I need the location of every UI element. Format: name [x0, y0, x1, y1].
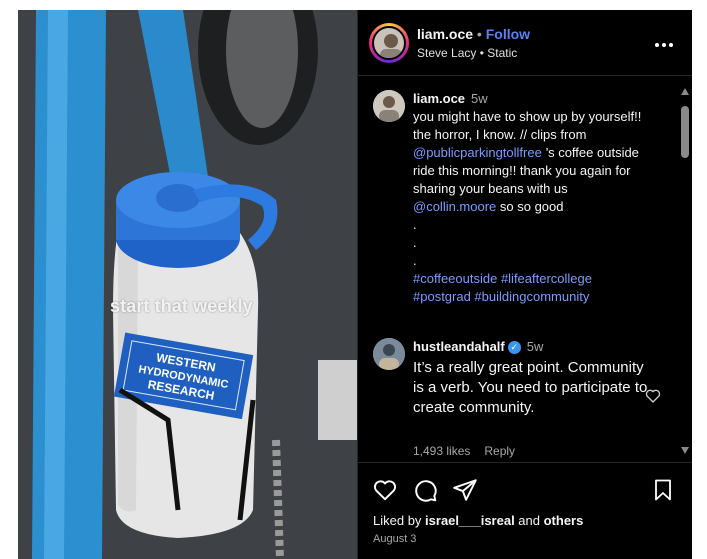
hashtags-line-2[interactable]: #postgrad #buildingcommunity [413, 288, 643, 306]
hashtags-line-1[interactable]: #coffeeoutside #lifeaftercollege [413, 270, 643, 288]
reply-avatar[interactable] [373, 338, 405, 370]
scrollbar-thumb[interactable] [681, 106, 689, 158]
author-username[interactable]: liam.oce [417, 26, 473, 42]
liked-by-prefix: Liked by [373, 513, 426, 528]
follow-button[interactable]: Follow [486, 26, 530, 42]
share-icon[interactable] [452, 477, 478, 508]
scroll-up-arrow-icon[interactable] [681, 88, 689, 95]
caption-dot-2: . [413, 235, 417, 250]
reply-meta: 1,493 likes Reply [413, 444, 515, 458]
comment-icon[interactable] [412, 477, 438, 508]
post-header: liam.oce • Follow Steve Lacy • Static [358, 10, 692, 76]
overlay-caption: start that weekly [110, 296, 253, 316]
reply-username[interactable]: hustleandahalf [413, 339, 505, 354]
post-panel: liam.oce • Follow Steve Lacy • Static li… [357, 10, 692, 559]
author-line: liam.oce • Follow [417, 26, 530, 42]
caption-dot-1: . [413, 217, 417, 232]
post-date[interactable]: August 3 [373, 533, 416, 545]
comment-like-heart-icon[interactable] [645, 388, 661, 409]
comments-scrollbar[interactable] [678, 82, 692, 458]
mention-publicparkingtollfree[interactable]: @publicparkingtollfree [413, 145, 542, 160]
caption-body-1: you might have to show up by yourself!! … [413, 109, 642, 142]
caption-avatar[interactable] [373, 90, 405, 122]
bookmark-icon[interactable] [651, 477, 675, 508]
caption-body-3: so so good [496, 199, 564, 214]
author-avatar-ring[interactable] [369, 23, 409, 63]
liked-by-user[interactable]: israel___isreal [425, 513, 515, 528]
post-modal: WESTERN HYDRODYNAMIC RESEARCH start that… [18, 10, 692, 559]
separator-dot: • [476, 26, 482, 42]
reply-button[interactable]: Reply [484, 444, 515, 458]
liked-by-line: Liked by israel___isreal and others [373, 513, 583, 528]
liked-by-others[interactable]: others [544, 513, 584, 528]
reply-text: It’s a really great point. Community is … [413, 359, 648, 416]
heart-icon[interactable] [372, 477, 398, 508]
more-horizontal-icon[interactable] [654, 32, 674, 53]
reply-comment: hustleandahalf ✓ 5w It’s a really great po… [413, 338, 648, 418]
caption-dot-3: . [413, 253, 417, 268]
media-image: WESTERN HYDRODYNAMIC RESEARCH [18, 10, 357, 559]
caption-text: liam.oce 5w you might have to show up by … [413, 90, 643, 306]
caption-username[interactable]: liam.oce [413, 91, 465, 106]
avatar [372, 26, 406, 60]
action-bar: Liked by israel___isreal and others Augu… [358, 462, 692, 559]
liked-by-middle: and [514, 513, 544, 528]
caption-time[interactable]: 5w [471, 91, 488, 106]
verified-badge-icon: ✓ [507, 341, 521, 355]
mention-collin-moore[interactable]: @collin.moore [413, 199, 496, 214]
comments-section: liam.oce 5w you might have to show up by … [358, 76, 692, 462]
scroll-down-arrow-icon[interactable] [681, 447, 689, 454]
reply-time[interactable]: 5w [527, 339, 544, 354]
reply-likes-count[interactable]: 1,493 likes [413, 444, 470, 458]
post-media[interactable]: WESTERN HYDRODYNAMIC RESEARCH start that… [18, 10, 357, 559]
audio-track[interactable]: Steve Lacy • Static [417, 46, 517, 60]
